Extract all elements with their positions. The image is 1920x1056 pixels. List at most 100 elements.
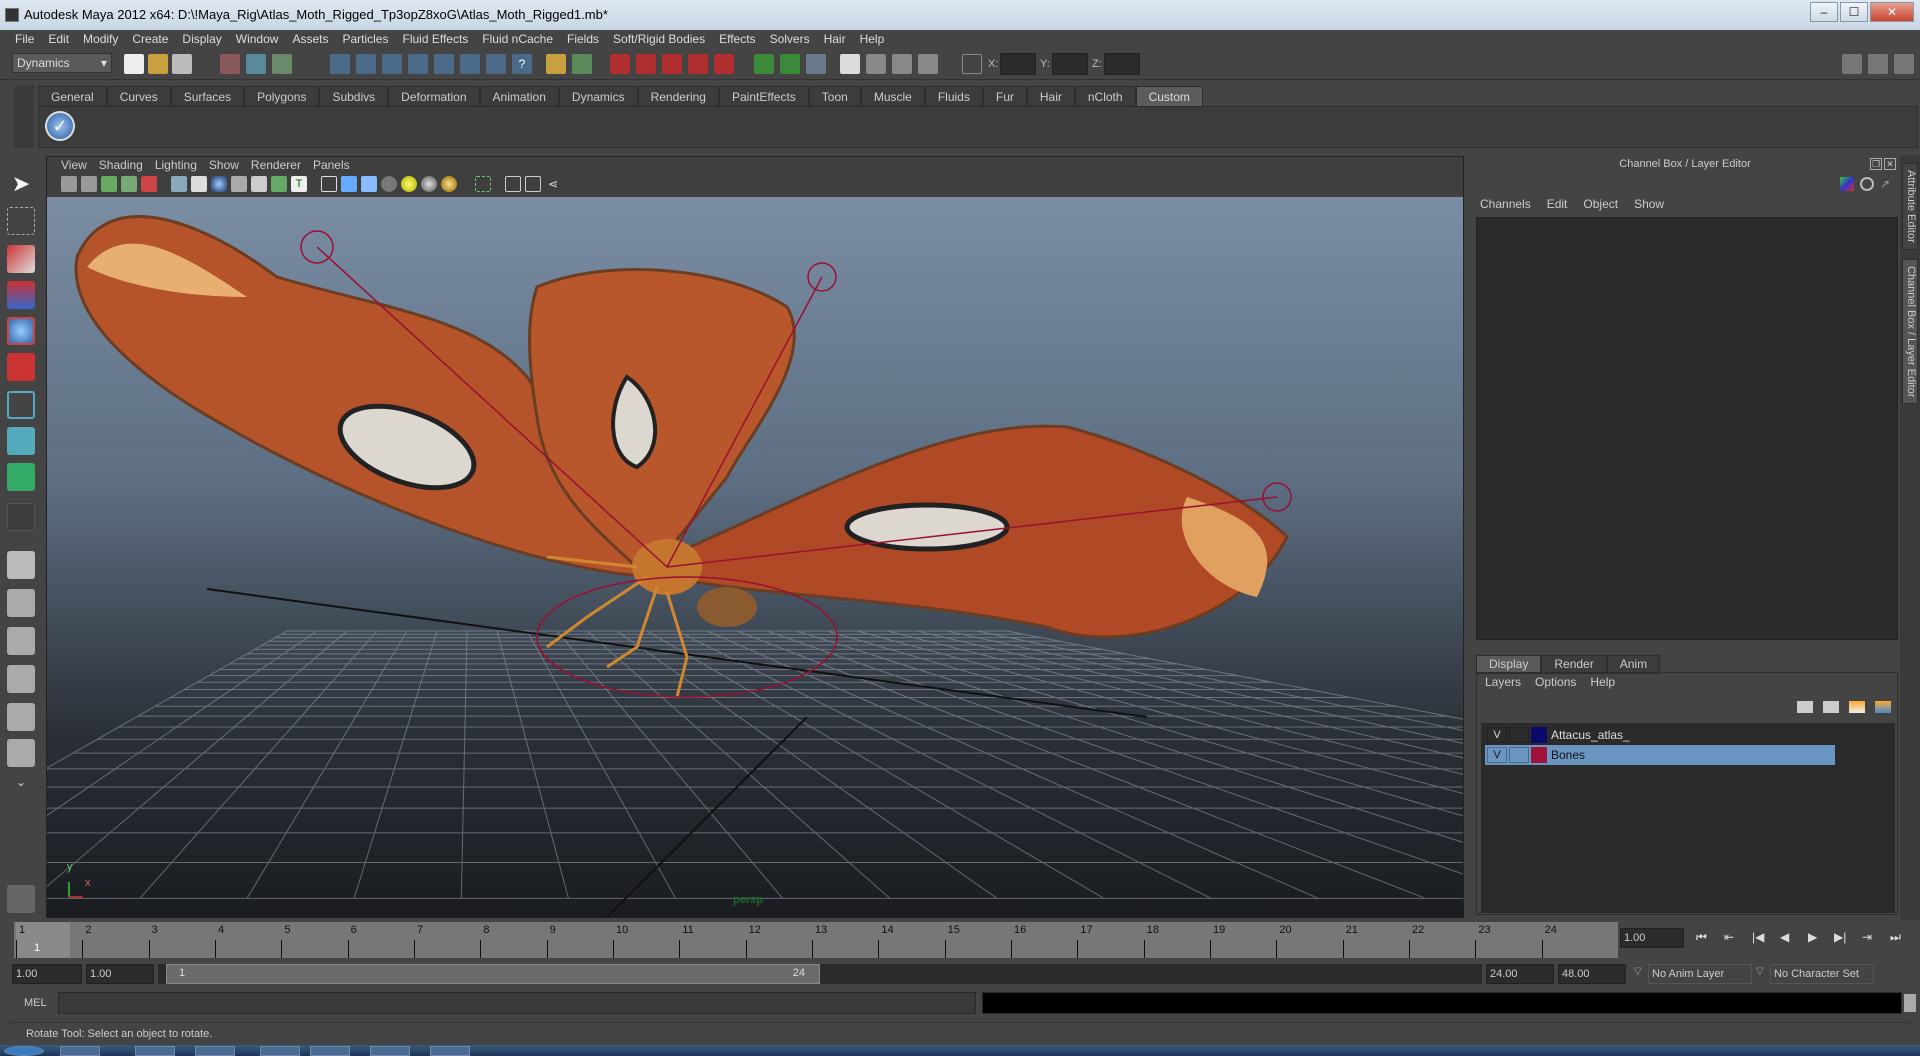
output-connections-icon[interactable] <box>780 54 800 74</box>
wireframe-on-shaded-icon[interactable] <box>361 176 377 192</box>
smooth-shade-icon[interactable] <box>341 176 357 192</box>
step-back-key-button[interactable]: ⇤ <box>1724 930 1734 944</box>
panel-menu-show[interactable]: Show <box>203 157 245 174</box>
panel-menu-shading[interactable]: Shading <box>93 157 149 174</box>
lock-icon[interactable] <box>546 54 566 74</box>
layer-display-type-toggle[interactable] <box>1509 727 1529 743</box>
menu-fluid-ncache[interactable]: Fluid nCache <box>475 30 560 48</box>
taskbar-chrome-icon[interactable] <box>60 1046 100 1056</box>
channel-box-area[interactable] <box>1476 217 1898 640</box>
bookmark-icon[interactable] <box>101 176 117 192</box>
scale-tool-icon[interactable] <box>7 353 35 381</box>
maximize-button[interactable]: ☐ <box>1840 2 1868 22</box>
select-camera-icon[interactable] <box>61 176 77 192</box>
speed-icon[interactable] <box>1860 177 1874 191</box>
mel-command-input[interactable] <box>58 992 976 1014</box>
input-connections-icon[interactable] <box>754 54 774 74</box>
persp-hypershade-layout-icon[interactable] <box>7 703 35 731</box>
field-chart-icon[interactable] <box>251 176 267 192</box>
go-to-start-button[interactable]: ⏮ <box>1696 930 1707 945</box>
side-tab-channel-box[interactable]: Channel Box / Layer Editor <box>1902 259 1918 405</box>
shelf-tab-deformation[interactable]: Deformation <box>388 86 480 106</box>
mel-label[interactable]: MEL <box>24 997 47 1009</box>
le-menu-options[interactable]: Options <box>1535 675 1576 689</box>
gate-mask-icon[interactable] <box>231 176 247 192</box>
select-hierarchy-icon[interactable] <box>220 54 240 74</box>
scene-end-field[interactable]: 48.00 <box>1558 964 1626 984</box>
script-editor-icon[interactable] <box>1904 994 1916 1012</box>
menu-help[interactable]: Help <box>853 30 892 48</box>
menu-create[interactable]: Create <box>125 30 175 48</box>
close-panel-icon[interactable]: ✕ <box>1884 158 1896 170</box>
wireframe-icon[interactable] <box>321 176 337 192</box>
single-perspective-layout-icon[interactable] <box>7 551 35 579</box>
layout-dropdown-icon[interactable]: ⌄ <box>7 775 35 803</box>
shelf-tab-general[interactable]: General <box>38 86 107 106</box>
step-forward-key-button[interactable]: ⇥ <box>1862 930 1872 944</box>
shelf-tab-curves[interactable]: Curves <box>106 86 171 106</box>
start-button-icon[interactable] <box>4 1046 44 1056</box>
persp-graph-layout-icon[interactable] <box>7 665 35 693</box>
move-layer-down-icon[interactable] <box>1823 701 1839 713</box>
cb-menu-show[interactable]: Show <box>1634 197 1664 211</box>
anim-layer-dropdown[interactable]: No Anim Layer <box>1648 964 1752 984</box>
character-set-dropdown-icon[interactable]: ▽ <box>1756 966 1764 977</box>
shelf-tab-dynamics[interactable]: Dynamics <box>558 86 638 106</box>
cb-menu-object[interactable]: Object <box>1583 197 1618 211</box>
share-icon[interactable]: ⋖ <box>545 176 561 192</box>
shelf-tab-fluids[interactable]: Fluids <box>924 86 983 106</box>
snap-view-plane-icon[interactable] <box>408 54 428 74</box>
default-lighting-icon[interactable] <box>401 176 417 192</box>
taskbar-app-icon-3[interactable] <box>430 1046 470 1056</box>
hypershade-icon[interactable] <box>7 885 35 913</box>
save-scene-icon[interactable] <box>172 54 192 74</box>
magnet-icon-1[interactable] <box>610 54 630 74</box>
float-panel-icon[interactable]: ❐ <box>1870 158 1882 170</box>
perspective-viewport[interactable]: View Shading Lighting Show Renderer Pane… <box>46 156 1464 918</box>
taskbar-maya-icon[interactable] <box>310 1046 350 1056</box>
2d-pan-zoom-icon[interactable] <box>141 176 157 192</box>
le-menu-help[interactable]: Help <box>1590 675 1615 689</box>
playback-start-field[interactable]: 1.00 <box>86 964 154 984</box>
panel-menu-view[interactable]: View <box>55 157 93 174</box>
select-component-icon[interactable] <box>272 54 292 74</box>
layer-display-type-toggle[interactable] <box>1509 747 1529 763</box>
manipulator-tool-icon[interactable] <box>7 391 35 419</box>
snap-point-icon[interactable] <box>382 54 402 74</box>
menu-assets[interactable]: Assets <box>285 30 335 48</box>
paint-select-tool-icon[interactable] <box>7 245 35 273</box>
panel-menu-panels[interactable]: Panels <box>307 157 356 174</box>
soft-mod-tool-icon[interactable] <box>7 427 35 455</box>
resolution-gate-icon[interactable] <box>211 176 227 192</box>
construction-history-icon[interactable] <box>806 54 826 74</box>
make-live-icon[interactable] <box>434 54 454 74</box>
3d-view[interactable]: y x persp <box>47 197 1463 917</box>
new-empty-layer-icon[interactable] <box>1849 701 1865 713</box>
menu-modify[interactable]: Modify <box>76 30 125 48</box>
last-tool-icon[interactable] <box>7 503 35 531</box>
layer-visibility-toggle[interactable]: V <box>1487 727 1507 743</box>
minimize-button[interactable]: – <box>1810 2 1838 22</box>
menu-particles[interactable]: Particles <box>335 30 395 48</box>
lasso-tool-icon[interactable] <box>7 207 35 235</box>
shelf-tab-painteffects[interactable]: PaintEffects <box>718 86 809 106</box>
go-to-end-button[interactable]: ⏭ <box>1890 930 1901 945</box>
layer-color-swatch[interactable] <box>1531 727 1547 743</box>
shelf-tab-surfaces[interactable]: Surfaces <box>170 86 245 106</box>
shelf-tab-rendering[interactable]: Rendering <box>637 86 719 106</box>
shelf-tab-fur[interactable]: Fur <box>982 86 1027 106</box>
menu-solvers[interactable]: Solvers <box>763 30 817 48</box>
menu-effects[interactable]: Effects <box>712 30 762 48</box>
z-field[interactable] <box>1104 53 1140 75</box>
render-frame-icon[interactable] <box>866 54 886 74</box>
persp-graph-hypergraph-layout-icon[interactable] <box>7 739 35 767</box>
help-question-icon[interactable]: ? <box>512 54 532 74</box>
menu-file[interactable]: File <box>8 30 41 48</box>
menu-hair[interactable]: Hair <box>817 30 853 48</box>
image-plane-icon[interactable] <box>121 176 137 192</box>
xray-icon[interactable] <box>505 176 521 192</box>
shelf-tab-hair[interactable]: Hair <box>1026 86 1075 106</box>
layer-color-swatch[interactable] <box>1531 747 1547 763</box>
move-tool-icon[interactable] <box>7 281 35 309</box>
cb-menu-channels[interactable]: Channels <box>1480 197 1531 211</box>
